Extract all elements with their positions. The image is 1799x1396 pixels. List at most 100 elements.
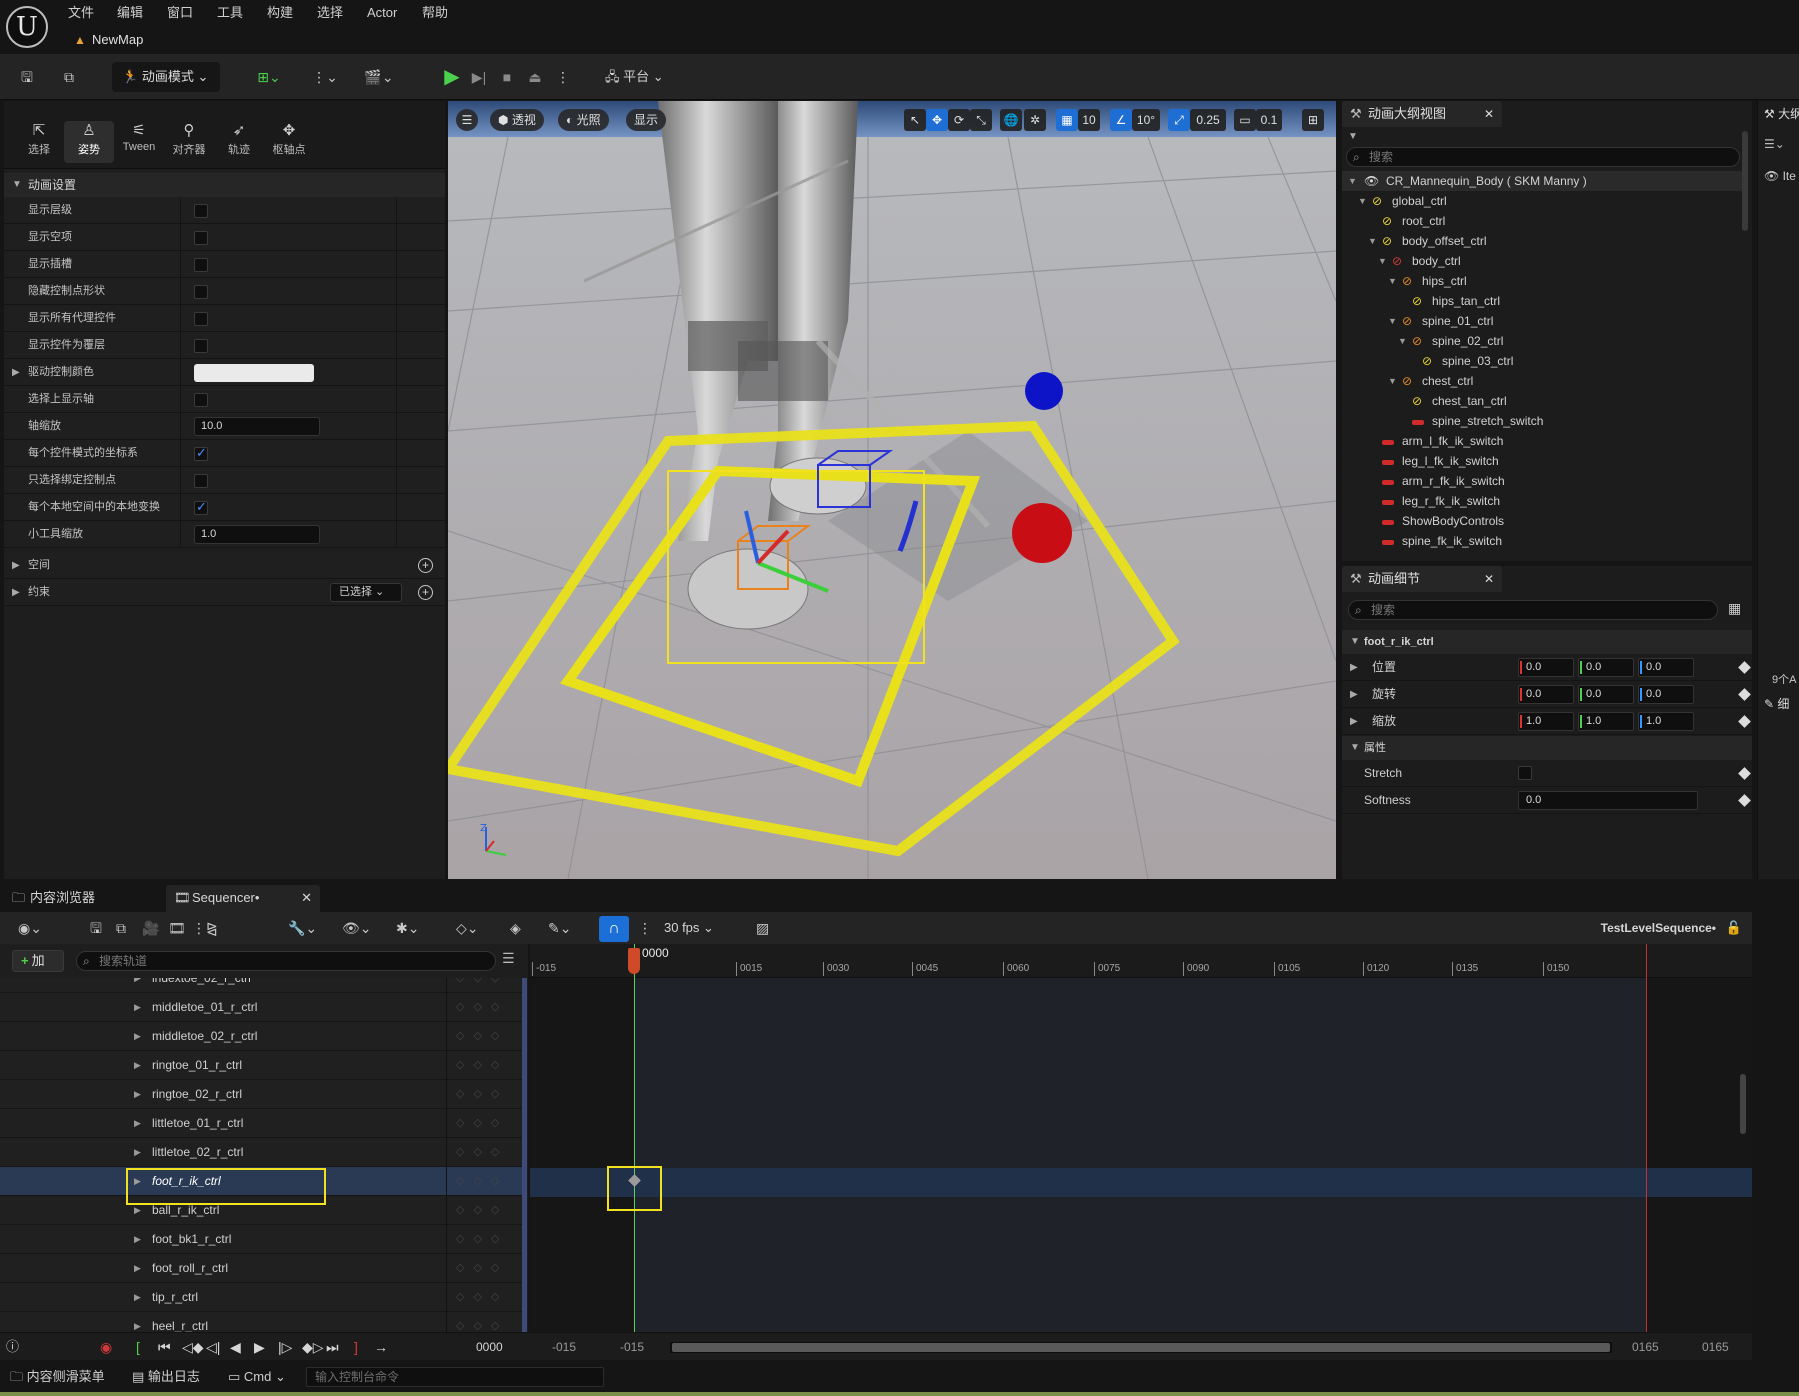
key-diamond-icon[interactable] [1738, 661, 1751, 674]
prop-checkbox[interactable] [194, 474, 208, 488]
tree-row-root[interactable]: ▼ 👁 CR_Mannequin_Body ( SKM Manny ) [1342, 171, 1746, 191]
world-space-icon[interactable]: 🌐 [1000, 109, 1022, 131]
tree-row[interactable]: ▼ ⊘ spine_02_ctrl [1342, 331, 1746, 351]
rot-snap-icon[interactable]: ∠ [1110, 109, 1132, 131]
tree-row[interactable]: ⊘ spine_03_ctrl [1342, 351, 1746, 371]
scale-icon[interactable]: ⤡ [970, 109, 992, 131]
play-options-icon[interactable]: ⋮ [556, 62, 570, 92]
eye-icon[interactable]: 👁 [1364, 171, 1379, 191]
location-z-field[interactable]: 0.0 [1638, 658, 1694, 677]
content-browser-tab[interactable]: 🗀 内容浏览器 [4, 885, 158, 912]
rotation-z-field[interactable]: 0.0 [1638, 685, 1694, 704]
menu-file[interactable]: 文件 [68, 3, 94, 23]
add-space-icon[interactable]: + [418, 558, 433, 573]
step-icon[interactable]: ▶| [468, 62, 490, 92]
expand-arrow-icon[interactable]: ▶ [12, 359, 20, 386]
column-divider[interactable] [180, 494, 181, 521]
expand-arrow-icon[interactable]: ▼ [1378, 251, 1387, 271]
column-divider[interactable] [180, 467, 181, 494]
tree-row[interactable]: leg_l_fk_ik_switch [1342, 451, 1746, 471]
menu-tools[interactable]: 工具 [217, 3, 243, 23]
track-row[interactable]: ▶ littletoe_01_r_ctrl ◇◇◇ [0, 1109, 524, 1138]
track-row[interactable]: ▶ foot_roll_r_ctrl ◇◇◇ [0, 1254, 524, 1283]
output-log-button[interactable]: ▤ 输出日志 [132, 1367, 200, 1387]
scrubber-thumb[interactable] [672, 1343, 1610, 1352]
key-nav-icon[interactable]: ◇◇◇ [456, 1167, 508, 1196]
tree-row[interactable]: ⊘ root_ctrl [1342, 211, 1746, 231]
expand-arrow-icon[interactable]: ▼ [1388, 371, 1397, 391]
tree-row[interactable]: ⊘ chest_tan_ctrl [1342, 391, 1746, 411]
lock-icon[interactable]: 🔓 [1726, 918, 1742, 938]
expand-arrow-icon[interactable]: ▶ [134, 1312, 141, 1332]
tool-trail[interactable]: ➶ 轨迹 [214, 121, 264, 163]
menu-actor[interactable]: Actor [367, 3, 397, 23]
edit-mode-icon[interactable]: ✎⌄ [548, 918, 571, 938]
set-end-icon[interactable]: ] [354, 1337, 358, 1357]
prop-number-field[interactable]: 1.0 [194, 525, 320, 544]
expand-arrow-icon[interactable]: ▶ [134, 1283, 141, 1312]
space-row[interactable]: ▶ 空间 + [4, 552, 445, 579]
column-divider[interactable] [180, 413, 181, 440]
column-divider[interactable] [180, 386, 181, 413]
expand-arrow-icon[interactable]: ▶ [1350, 708, 1358, 735]
stretch-checkbox[interactable] [1518, 766, 1532, 780]
view-end-field[interactable]: 0165 [1702, 1337, 1729, 1357]
more-options-icon[interactable]: ⋮ [192, 918, 206, 938]
prop-checkbox[interactable] [194, 445, 208, 461]
key-diamond-icon[interactable] [1738, 688, 1751, 701]
close-icon[interactable]: ✕ [1484, 566, 1494, 592]
tool-select[interactable]: ⇱ 选择 [14, 121, 64, 163]
track-row[interactable]: ▶ middletoe_02_r_ctrl ◇◇◇ [0, 1022, 524, 1051]
filter-icon[interactable]: ☰ [502, 950, 515, 967]
key-nav-icon[interactable]: ◇◇◇ [456, 1312, 508, 1332]
play-start-field[interactable]: -015 [620, 1337, 644, 1357]
play-icon[interactable]: ▶ [440, 62, 464, 92]
prop-checkbox[interactable] [194, 499, 208, 515]
fps-dropdown[interactable]: 30 fps ⌄ [664, 918, 714, 938]
prop-checkbox[interactable] [194, 393, 208, 407]
platform-dropdown[interactable]: 🖧 平台 ⌄ [605, 62, 675, 92]
key-nav-icon[interactable]: ◇◇◇ [456, 1109, 508, 1138]
browse-icon[interactable]: ⧉ [56, 62, 82, 92]
grid-snap-icon[interactable]: ▦ [1056, 109, 1078, 131]
expand-arrow-icon[interactable]: ▶ [1350, 681, 1358, 708]
column-divider[interactable] [180, 440, 181, 467]
prop-checkbox[interactable] [194, 285, 208, 299]
unreal-logo-icon[interactable]: U [6, 6, 48, 48]
render-movie-icon[interactable]: 🎥 [142, 918, 159, 938]
expand-arrow-icon[interactable]: ▼ [1368, 231, 1377, 251]
track-row[interactable]: ▶ littletoe_02_r_ctrl ◇◇◇ [0, 1138, 524, 1167]
close-icon[interactable]: ✕ [1484, 101, 1494, 127]
track-row[interactable]: ▶ tip_r_ctrl ◇◇◇ [0, 1283, 524, 1312]
expand-arrow-icon[interactable]: ▼ [1398, 331, 1407, 351]
tree-row[interactable]: arm_r_fk_ik_switch [1342, 471, 1746, 491]
tree-row[interactable]: ⊘ hips_tan_ctrl [1342, 291, 1746, 311]
view-start-field[interactable]: -015 [552, 1337, 576, 1357]
sequencer-tab[interactable]: 🎞 Sequencer• ✕ [166, 885, 320, 912]
expand-arrow-icon[interactable]: ▼ [1388, 311, 1397, 331]
jump-end-icon[interactable]: ⏭ [326, 1337, 339, 1357]
playhead-handle[interactable] [628, 948, 640, 974]
jump-start-icon[interactable]: ⏮ [158, 1337, 171, 1357]
clipped-details-tab[interactable]: ✎ 细 [1764, 695, 1789, 712]
expand-arrow-icon[interactable]: ▶ [134, 978, 141, 993]
loop-icon[interactable]: → [374, 1337, 388, 1357]
auto-key-icon[interactable]: ◈ [510, 918, 521, 938]
curve-view-icon[interactable]: ▨ [756, 918, 769, 938]
save-sequence-icon[interactable]: 🖫 [90, 918, 102, 938]
select-mode-icon[interactable]: ↖ [904, 109, 926, 131]
key-nav-icon[interactable]: ◇◇◇ [456, 1283, 508, 1312]
track-row[interactable]: ▶ heel_r_ctrl ◇◇◇ [0, 1312, 524, 1332]
menu-help[interactable]: 帮助 [422, 3, 448, 23]
perspective-button[interactable]: ⬢ 透视 [490, 109, 544, 131]
rot-snap-value[interactable]: 10° [1132, 109, 1160, 131]
column-divider[interactable] [180, 305, 181, 332]
prop-checkbox[interactable] [194, 258, 208, 272]
key-nav-icon[interactable]: ◇◇◇ [456, 1080, 508, 1109]
track-row[interactable]: ▶ middletoe_01_r_ctrl ◇◇◇ [0, 993, 524, 1022]
menu-edit[interactable]: 编辑 [117, 3, 143, 23]
tree-row[interactable]: ▼ ⊘ chest_ctrl [1342, 371, 1746, 391]
filter-icon[interactable]: ☰⌄ [1764, 137, 1785, 151]
add-constraint-icon[interactable]: + [418, 585, 433, 600]
scale-snap-icon[interactable]: ⤢ [1168, 109, 1190, 131]
